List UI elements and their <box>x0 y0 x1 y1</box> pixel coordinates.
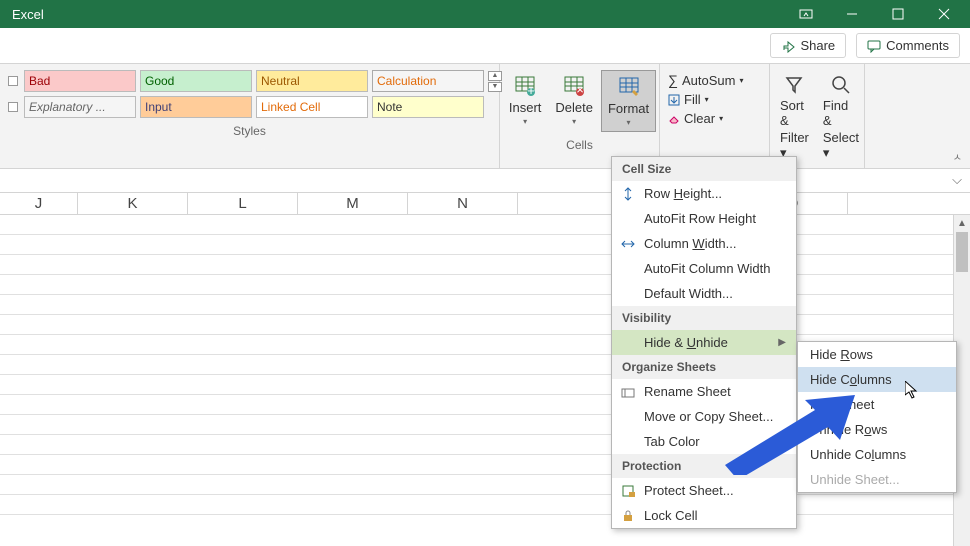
col-header-N[interactable]: N <box>408 193 518 214</box>
fill-icon <box>668 94 680 106</box>
minimize-icon[interactable] <box>830 0 874 28</box>
delete-button[interactable]: × Delete ▾ <box>549 70 599 132</box>
autosum-button[interactable]: ∑AutoSum▾ <box>668 70 761 90</box>
format-menu: Cell Size Row Height... AutoFit Row Heig… <box>611 156 797 529</box>
styles-group-label: Styles <box>8 124 491 138</box>
col-header-K[interactable]: K <box>78 193 188 214</box>
menu-lock-cell[interactable]: Lock Cell <box>612 503 796 528</box>
menu-hide-sheet[interactable]: Hide Sheet <box>798 392 956 417</box>
insert-icon: + <box>513 74 537 98</box>
format-label: Format <box>608 101 649 116</box>
share-icon <box>781 39 795 53</box>
app-title: Excel <box>4 7 44 22</box>
row-height-icon <box>620 186 636 202</box>
search-icon <box>829 74 853 96</box>
column-headers: J K L M N Q <box>0 193 970 215</box>
lock-icon <box>620 508 636 524</box>
scroll-thumb[interactable] <box>956 232 968 272</box>
close-icon[interactable] <box>922 0 966 28</box>
menu-rename-sheet[interactable]: Rename Sheet <box>612 379 796 404</box>
ribbon: Bad Good Neutral Calculation ▲▼ Explanat… <box>0 64 970 169</box>
share-button[interactable]: Share <box>770 33 846 58</box>
styles-nav-down[interactable] <box>8 102 18 112</box>
menu-unhide-sheet: Unhide Sheet... <box>798 467 956 492</box>
menu-section-protection: Protection <box>612 454 796 478</box>
maximize-icon[interactable] <box>876 0 920 28</box>
chevron-down-icon: ▾ <box>627 118 631 127</box>
style-good[interactable]: Good <box>140 70 252 92</box>
window-buttons <box>784 0 966 28</box>
menu-hide-rows[interactable]: Hide Rows <box>798 342 956 367</box>
style-calculation[interactable]: Calculation <box>372 70 484 92</box>
menu-autofit-row[interactable]: AutoFit Row Height <box>612 206 796 231</box>
menu-move-copy[interactable]: Move or Copy Sheet... <box>612 404 796 429</box>
svg-text:×: × <box>576 82 584 97</box>
editing-group: ∑AutoSum▾ Fill▾ Clear▾ <box>660 64 770 168</box>
comments-label: Comments <box>886 38 949 53</box>
style-neutral[interactable]: Neutral <box>256 70 368 92</box>
menu-section-cell-size: Cell Size <box>612 157 796 181</box>
eraser-icon <box>668 113 680 125</box>
ribbon-display-icon[interactable] <box>784 0 828 28</box>
format-icon <box>617 75 641 99</box>
svg-text:+: + <box>527 83 535 97</box>
titlebar: Excel <box>0 0 970 28</box>
find-select-button[interactable]: Find & Select ▾ <box>817 70 865 162</box>
style-input[interactable]: Input <box>140 96 252 118</box>
styles-nav-up[interactable] <box>8 76 18 86</box>
cells-group: + Insert ▾ × Delete ▾ Format ▾ Cells <box>500 64 660 168</box>
menu-unhide-rows[interactable]: Unhide Rows <box>798 417 956 442</box>
menu-autofit-col[interactable]: AutoFit Column Width <box>612 256 796 281</box>
style-bad[interactable]: Bad <box>24 70 136 92</box>
action-bar: Share Comments <box>0 28 970 64</box>
hide-unhide-submenu: Hide Rows Hide Columns Hide Sheet Unhide… <box>797 341 957 493</box>
delete-icon: × <box>562 74 586 98</box>
menu-section-organize: Organize Sheets <box>612 355 796 379</box>
insert-label: Insert <box>509 100 542 115</box>
menu-hide-unhide[interactable]: Hide & Unhide▶ <box>612 330 796 355</box>
styles-group: Bad Good Neutral Calculation ▲▼ Explanat… <box>0 64 500 168</box>
comments-icon <box>867 39 881 53</box>
menu-protect-sheet[interactable]: Protect Sheet... <box>612 478 796 503</box>
col-width-icon <box>620 236 636 252</box>
menu-unhide-columns[interactable]: Unhide Columns <box>798 442 956 467</box>
col-header-L[interactable]: L <box>188 193 298 214</box>
menu-hide-columns[interactable]: Hide Columns <box>798 367 956 392</box>
format-button[interactable]: Format ▾ <box>601 70 656 132</box>
formula-bar[interactable]: ⌵ <box>0 169 970 193</box>
protect-icon <box>620 483 636 499</box>
chevron-down-icon: ▾ <box>572 117 576 126</box>
sigma-icon: ∑ <box>668 72 678 88</box>
collapse-ribbon-icon[interactable]: ㅅ <box>953 149 962 164</box>
insert-button[interactable]: + Insert ▾ <box>503 70 548 132</box>
menu-default-width[interactable]: Default Width... <box>612 281 796 306</box>
clear-button[interactable]: Clear▾ <box>668 109 761 128</box>
submenu-arrow-icon: ▶ <box>778 337 786 348</box>
chevron-down-icon: ▾ <box>523 117 527 126</box>
delete-label: Delete <box>555 100 593 115</box>
menu-section-visibility: Visibility <box>612 306 796 330</box>
comments-button[interactable]: Comments <box>856 33 960 58</box>
sort-filter-button[interactable]: Sort & Filter ▾ <box>774 70 815 162</box>
style-note[interactable]: Note <box>372 96 484 118</box>
rename-icon <box>620 384 636 400</box>
filter-icon <box>782 74 806 96</box>
cells-group-label: Cells <box>504 138 655 152</box>
menu-row-height[interactable]: Row Height... <box>612 181 796 206</box>
sort-find-group: Sort & Filter ▾ Find & Select ▾ <box>770 64 865 168</box>
submenu-arrow-icon: ▶ <box>778 436 786 447</box>
menu-tab-color[interactable]: Tab Color▶ <box>612 429 796 454</box>
formula-bar-expand-icon[interactable]: ⌵ <box>950 173 964 187</box>
col-header-J[interactable]: J <box>0 193 78 214</box>
style-linked-cell[interactable]: Linked Cell <box>256 96 368 118</box>
fill-button[interactable]: Fill▾ <box>668 90 761 109</box>
style-explanatory[interactable]: Explanatory ... <box>24 96 136 118</box>
menu-col-width[interactable]: Column Width... <box>612 231 796 256</box>
scroll-up-icon[interactable]: ▲ <box>954 215 970 232</box>
share-label: Share <box>800 38 835 53</box>
col-header-M[interactable]: M <box>298 193 408 214</box>
